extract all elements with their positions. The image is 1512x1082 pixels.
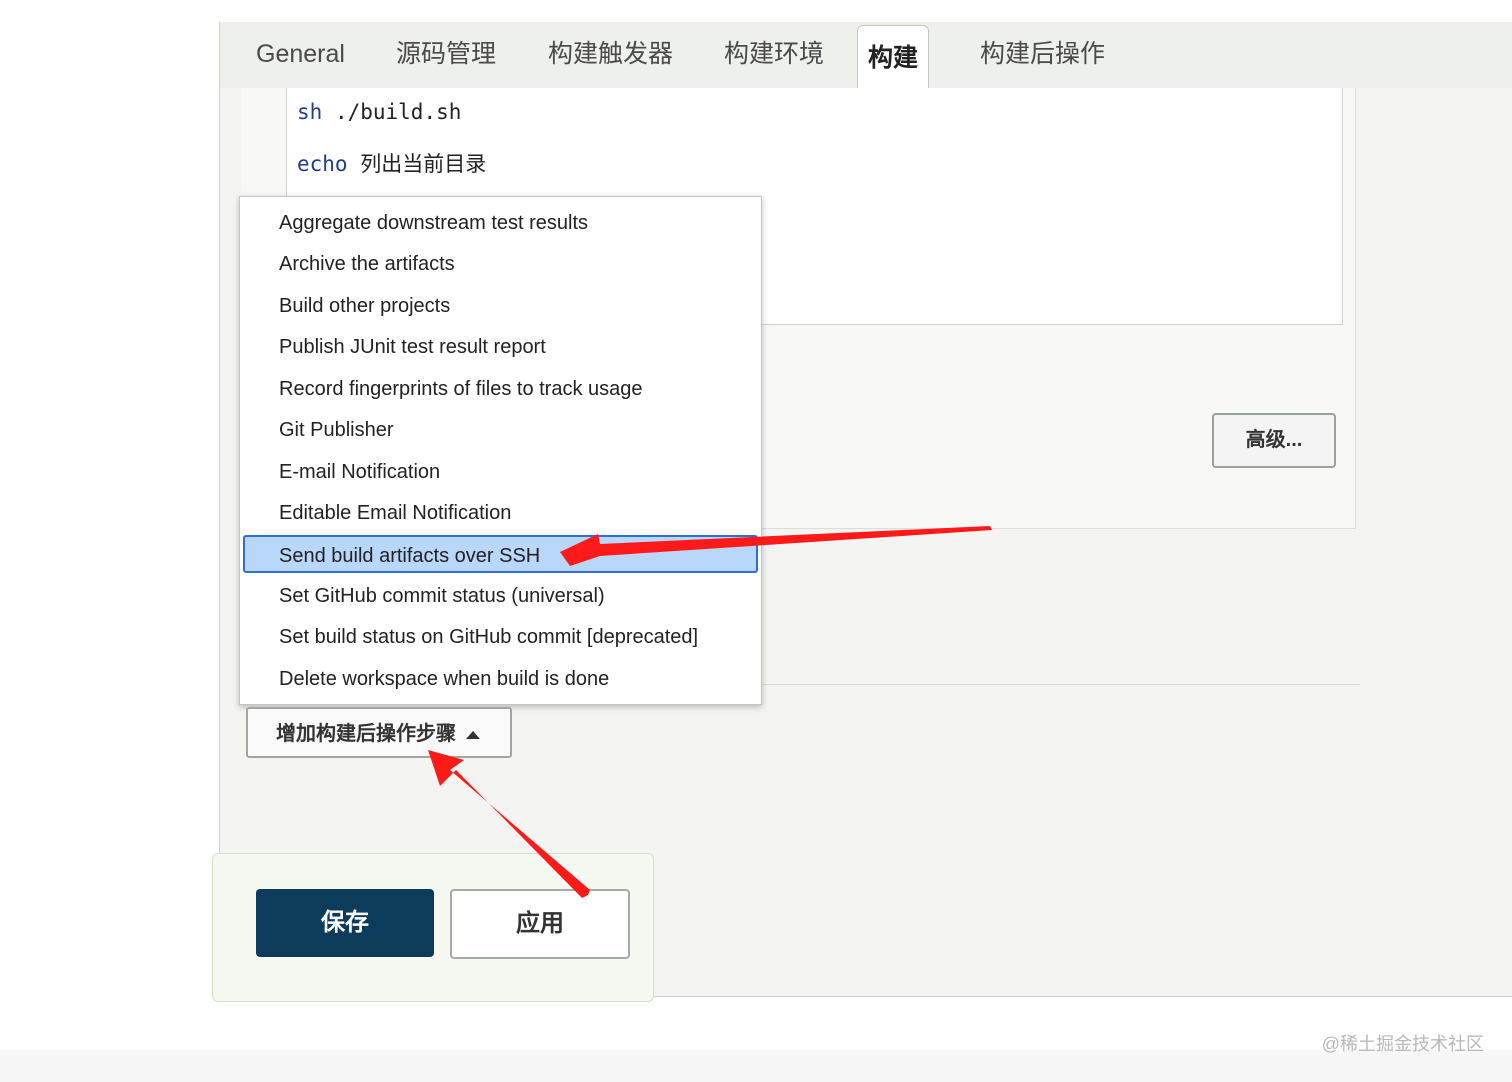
annotation-arrow-icon — [428, 750, 590, 898]
page-footer — [0, 1050, 1512, 1082]
watermark: @稀土掘金技术社区 — [1321, 1034, 1484, 1054]
annotation-arrows — [428, 526, 992, 898]
annotation-arrow-icon — [560, 526, 992, 566]
